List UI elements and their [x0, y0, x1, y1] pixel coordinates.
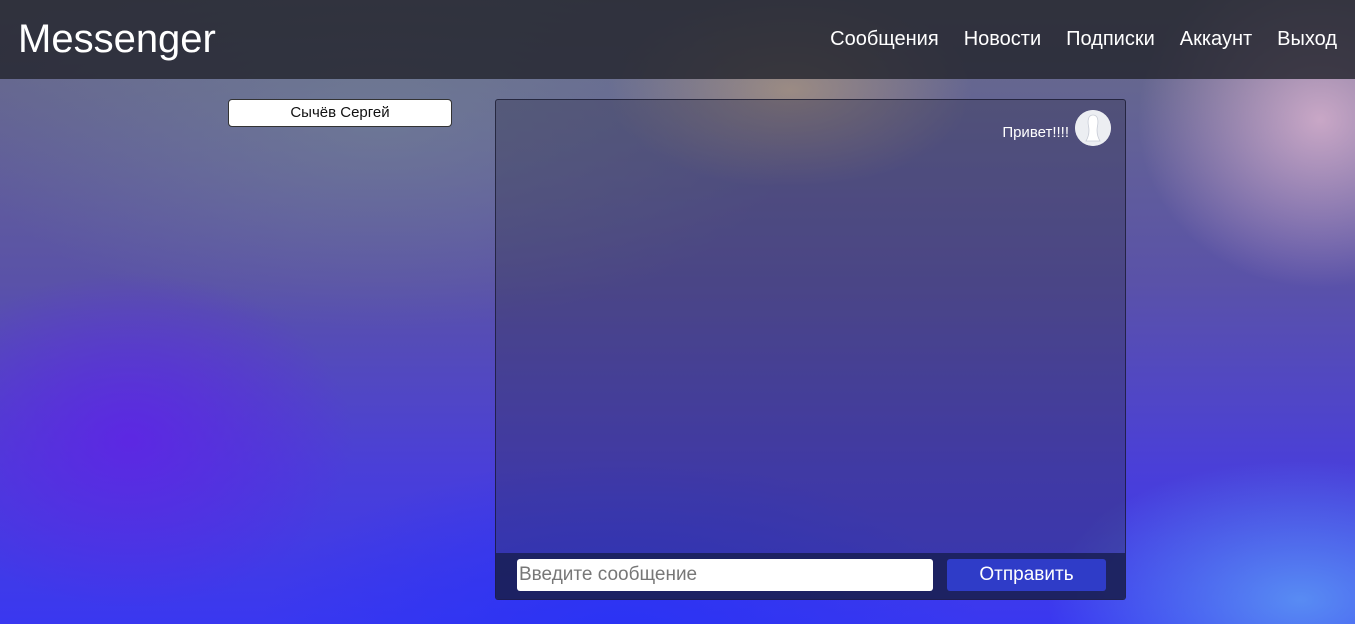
user-silhouette-icon — [1075, 110, 1111, 146]
main-nav: Сообщения Новости Подписки Аккаунт Выход — [830, 27, 1337, 51]
nav-link-messages[interactable]: Сообщения — [830, 27, 939, 51]
brand-logo[interactable]: Messenger — [18, 16, 216, 62]
nav-link-subscriptions[interactable]: Подписки — [1066, 27, 1155, 51]
top-navbar: Messenger Сообщения Новости Подписки Акк… — [0, 0, 1355, 79]
chat-message: Привет!!!! — [1002, 110, 1111, 146]
nav-link-logout[interactable]: Выход — [1277, 27, 1337, 51]
nav-link-account[interactable]: Аккаунт — [1180, 27, 1252, 51]
nav-link-news[interactable]: Новости — [964, 27, 1041, 51]
contact-item[interactable]: Сычёв Сергей — [228, 99, 452, 127]
send-button[interactable]: Отправить — [947, 559, 1106, 591]
message-input[interactable] — [517, 559, 933, 591]
chat-panel: Привет!!!! Отправить — [495, 99, 1126, 600]
message-text: Привет!!!! — [1002, 123, 1069, 141]
message-composer: Отправить — [496, 553, 1125, 599]
